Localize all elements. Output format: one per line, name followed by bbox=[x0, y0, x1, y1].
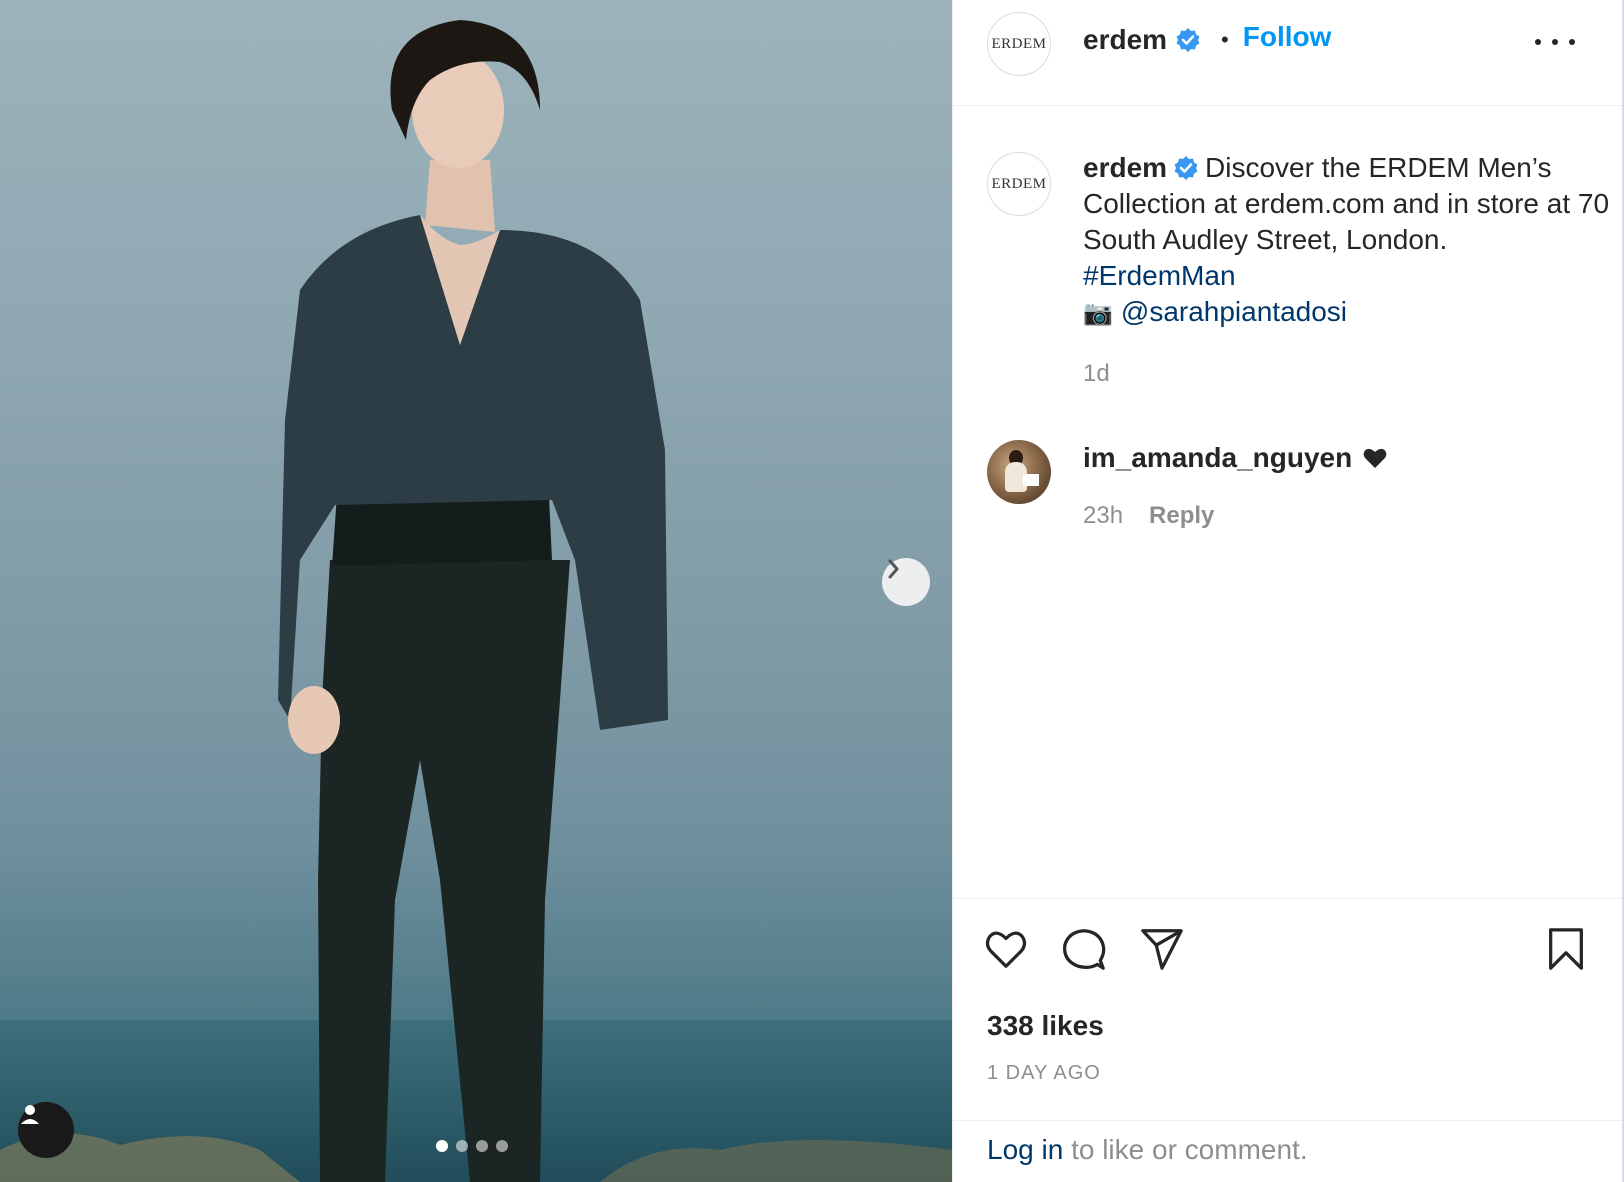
carousel-dot bbox=[436, 1140, 448, 1152]
post-media[interactable] bbox=[0, 0, 952, 1182]
caption-avatar[interactable]: ERDEM bbox=[987, 152, 1051, 216]
caption-timestamp[interactable]: 1d bbox=[1083, 360, 1110, 388]
carousel-dot bbox=[476, 1140, 488, 1152]
comment-timestamp[interactable]: 23h bbox=[1083, 502, 1123, 530]
login-link[interactable]: Log in bbox=[987, 1134, 1063, 1165]
follow-button[interactable]: Follow bbox=[1243, 21, 1332, 53]
reply-button[interactable]: Reply bbox=[1149, 502, 1214, 530]
hashtag-link[interactable]: #ErdemMan bbox=[1083, 260, 1236, 291]
comment-bubble-icon[interactable] bbox=[1061, 926, 1107, 972]
more-dot-icon bbox=[1552, 39, 1558, 45]
divider bbox=[953, 1120, 1624, 1121]
more-dot-icon bbox=[1569, 39, 1575, 45]
header-user-row: erdem • Follow bbox=[1083, 21, 1332, 56]
login-prompt: Log in to like or comment. bbox=[987, 1134, 1308, 1166]
comment-text-row: im_amanda_nguyen bbox=[1083, 442, 1388, 474]
verified-badge-icon bbox=[1174, 156, 1198, 180]
likes-count[interactable]: 338 likes bbox=[987, 1010, 1104, 1042]
post-header: ERDEM erdem • Follow bbox=[953, 0, 1624, 106]
instagram-post-page: ERDEM erdem • Follow ERDEM erdem Discove… bbox=[0, 0, 1624, 1182]
divider bbox=[953, 898, 1624, 899]
like-heart-icon[interactable] bbox=[983, 926, 1029, 972]
tagged-users-button[interactable] bbox=[18, 1102, 74, 1158]
comment-item: im_amanda_nguyen 23h Reply bbox=[987, 440, 1607, 550]
avatar-logo-text: ERDEM bbox=[991, 35, 1047, 52]
account-username[interactable]: erdem bbox=[1083, 24, 1167, 56]
mention-link[interactable]: @sarahpiantadosi bbox=[1121, 296, 1347, 327]
share-send-icon[interactable] bbox=[1139, 926, 1185, 972]
separator-dot: • bbox=[1221, 27, 1229, 52]
carousel-dot bbox=[496, 1140, 508, 1152]
more-options-button[interactable] bbox=[1535, 30, 1575, 54]
commenter-avatar[interactable] bbox=[987, 440, 1051, 504]
next-image-button[interactable] bbox=[882, 558, 930, 606]
commenter-username[interactable]: im_amanda_nguyen bbox=[1083, 442, 1352, 474]
carousel-indicator bbox=[436, 1140, 508, 1152]
chevron-right-icon bbox=[888, 559, 899, 579]
black-heart-icon bbox=[1363, 448, 1387, 468]
avatar-logo-text: ERDEM bbox=[991, 175, 1047, 192]
account-avatar[interactable]: ERDEM bbox=[987, 12, 1051, 76]
bookmark-save-icon[interactable] bbox=[1543, 926, 1589, 972]
camera-icon: 📷 bbox=[1083, 300, 1113, 327]
carousel-dot bbox=[456, 1140, 468, 1152]
post-photo bbox=[0, 20, 952, 1182]
comment-meta: 23h Reply bbox=[1083, 502, 1214, 530]
caption-body: erdem Discover the ERDEM Men’s Collectio… bbox=[1083, 150, 1623, 332]
more-dot-icon bbox=[1535, 39, 1541, 45]
avatar-figure bbox=[1023, 474, 1039, 486]
user-icon bbox=[21, 1105, 39, 1124]
post-details-panel: ERDEM erdem • Follow ERDEM erdem Discove… bbox=[952, 0, 1624, 1182]
verified-badge-icon bbox=[1176, 28, 1200, 52]
post-date[interactable]: 1 DAY AGO bbox=[987, 1062, 1101, 1085]
caption-username[interactable]: erdem bbox=[1083, 152, 1167, 183]
login-prompt-text: to like or comment. bbox=[1063, 1134, 1308, 1165]
